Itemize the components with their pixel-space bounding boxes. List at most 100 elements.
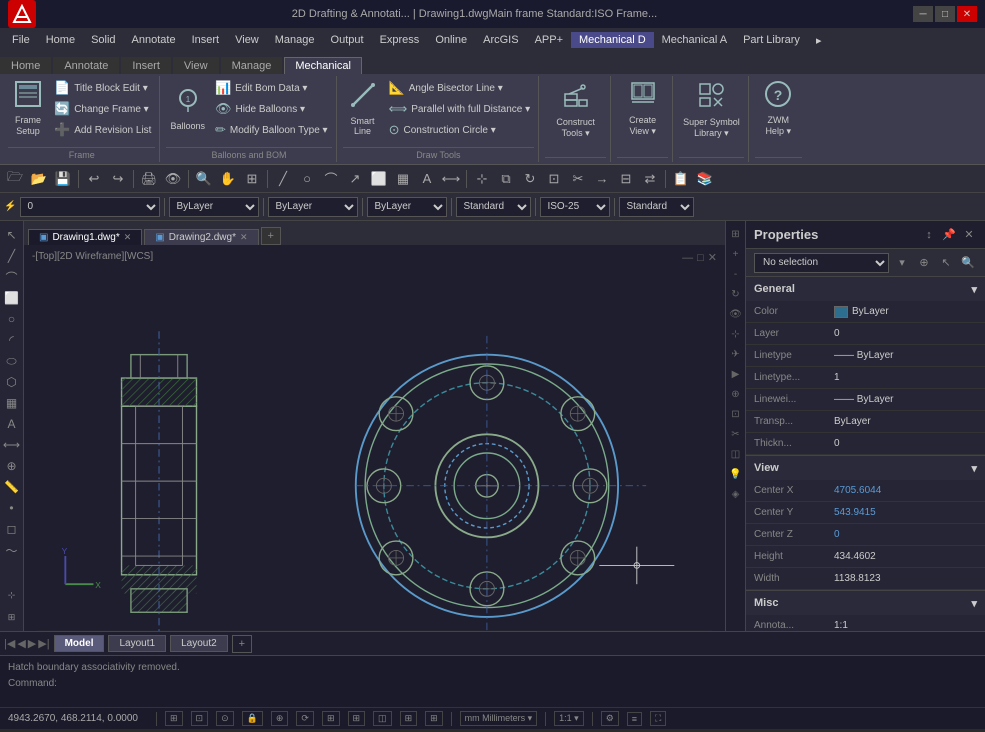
view-lights[interactable]: 💡 — [727, 465, 745, 483]
construct-tools-button[interactable]: ConstructTools ▾ — [552, 78, 599, 141]
grid-button[interactable]: ⊞ — [165, 711, 183, 726]
properties-button[interactable]: 📋 — [670, 168, 692, 190]
view-clipping[interactable]: ✂ — [727, 425, 745, 443]
fullscreen-button[interactable]: ⛶ — [650, 711, 666, 726]
undo-button[interactable]: ↩ — [83, 168, 105, 190]
menu-view[interactable]: View — [227, 32, 267, 48]
canvas-maximize[interactable]: □ — [697, 251, 704, 264]
drawing1-close[interactable]: ✕ — [124, 232, 132, 243]
selection-cycling-button[interactable]: ⊞ — [400, 711, 418, 726]
minimize-button[interactable]: ─ — [913, 6, 933, 22]
left-point-button[interactable]: • — [2, 498, 22, 518]
tab-nav-last[interactable]: ▶| — [38, 637, 49, 650]
menu-part-library[interactable]: Part Library — [735, 32, 808, 48]
layout2-tab[interactable]: Layout2 — [170, 635, 228, 652]
pan-button[interactable]: ✋ — [217, 168, 239, 190]
view-materials[interactable]: ◈ — [727, 485, 745, 503]
left-rect-button[interactable]: ⬜ — [2, 288, 22, 308]
linetype-select[interactable]: ByLayer — [268, 197, 358, 217]
tab-nav-next[interactable]: ▶ — [28, 637, 36, 650]
properties-toggle-button[interactable]: ↕ — [921, 227, 937, 243]
new-button[interactable]: 🗁 — [4, 168, 26, 190]
center-z-value[interactable]: 0 — [834, 529, 977, 540]
left-snap-button[interactable]: ⊕ — [2, 456, 22, 476]
left-region-button[interactable]: ◻ — [2, 519, 22, 539]
lineweight-value[interactable]: —— ByLayer — [834, 394, 977, 405]
menu-manage[interactable]: Manage — [267, 32, 323, 48]
arc-button[interactable]: ⌒ — [320, 168, 342, 190]
ucs-button[interactable]: ⊹ — [2, 585, 22, 605]
super-symbol-button[interactable]: Super SymbolLibrary ▾ — [679, 78, 744, 141]
line-button[interactable]: ╱ — [272, 168, 294, 190]
menu-file[interactable]: File — [4, 32, 38, 48]
left-poly-button[interactable]: ⌒ — [2, 267, 22, 287]
view-showmotion[interactable]: ▶ — [727, 365, 745, 383]
canvas-minimize[interactable]: — — [682, 251, 693, 264]
polar-button[interactable]: 🔒 — [242, 711, 263, 726]
ribbon-tab-home[interactable]: Home — [0, 57, 51, 74]
zwm-help-button[interactable]: ? ZWMHelp ▾ — [758, 78, 798, 139]
ribbon-tab-manage[interactable]: Manage — [221, 57, 283, 74]
width-value[interactable]: 1138.8123 — [834, 573, 977, 584]
linetype-scale-value[interactable]: 1 — [834, 372, 977, 383]
left-hatch-button[interactable]: ▦ — [2, 393, 22, 413]
layer-select[interactable]: 0 — [20, 197, 160, 217]
hatch-button[interactable]: ▦ — [392, 168, 414, 190]
annotation-monitor-button[interactable]: ⊞ — [425, 711, 443, 726]
polyline-button[interactable]: ↗ — [344, 168, 366, 190]
snap-button[interactable]: ⊡ — [191, 711, 209, 726]
canvas-close[interactable]: ✕ — [708, 251, 717, 264]
scale-button[interactable]: 1:1 ▾ — [554, 711, 584, 726]
standard2-select[interactable]: Standard — [619, 197, 694, 217]
height-value[interactable]: 434.4602 — [834, 551, 977, 562]
view-3dsnap[interactable]: ⊕ — [727, 385, 745, 403]
balloons-button[interactable]: 1 Balloons — [166, 78, 209, 138]
text-button[interactable]: A — [416, 168, 438, 190]
left-measure-button[interactable]: 📏 — [2, 477, 22, 497]
view-look[interactable]: 👁 — [727, 305, 745, 323]
selection-qselect-button[interactable]: 🔍 — [959, 254, 977, 272]
units-button[interactable]: mm Millimeters ▾ — [460, 711, 538, 726]
view-cube-button[interactable]: ⊞ — [2, 607, 22, 627]
otrack-button[interactable]: ⟳ — [296, 711, 314, 726]
transparency-status-button[interactable]: ◫ — [373, 711, 392, 726]
ortho-button[interactable]: ⊙ — [216, 711, 234, 726]
select-button[interactable]: ↖ — [2, 225, 22, 245]
ribbon-tab-annotate[interactable]: Annotate — [53, 57, 119, 74]
left-line-button[interactable]: ╱ — [2, 246, 22, 266]
transparency-value[interactable]: ByLayer — [834, 416, 977, 427]
selection-select-button[interactable]: ↖ — [937, 254, 955, 272]
close-button[interactable]: ✕ — [957, 6, 977, 22]
menu-arcgis[interactable]: ArcGIS — [475, 32, 526, 48]
rectangle-button[interactable]: ⬜ — [368, 168, 390, 190]
ribbon-tab-view[interactable]: View — [173, 57, 219, 74]
circle-button[interactable]: ○ — [296, 168, 318, 190]
drawing-tab-2[interactable]: ▣ Drawing2.dwg* ✕ — [144, 229, 258, 245]
selection-dropdown[interactable]: No selection — [754, 253, 889, 273]
linetype-value[interactable]: —— ByLayer — [834, 350, 977, 361]
title-block-edit-button[interactable]: 📄 Title Block Edit ▾ — [50, 78, 155, 98]
color-select[interactable]: ByLayer — [169, 197, 259, 217]
selection-pickadd-button[interactable]: ⊕ — [915, 254, 933, 272]
menu-mechanical-a[interactable]: Mechanical A — [654, 32, 735, 48]
parallel-line-button[interactable]: ⟺ Parallel with full Distance ▾ — [385, 99, 535, 119]
left-arc-button[interactable]: ◜ — [2, 330, 22, 350]
new-drawing-button[interactable]: + — [261, 227, 281, 245]
scale-button[interactable]: ⊡ — [543, 168, 565, 190]
menu-insert[interactable]: Insert — [184, 32, 228, 48]
annotation-value[interactable]: 1:1 — [834, 620, 977, 631]
color-value[interactable]: ByLayer — [834, 306, 977, 318]
left-spline-button[interactable]: 〜 — [2, 540, 22, 560]
add-layout-button[interactable]: + — [232, 635, 252, 653]
hide-balloons-button[interactable]: 👁 Hide Balloons ▾ — [211, 99, 332, 119]
tab-nav-prev[interactable]: ◀ — [17, 637, 25, 650]
create-view-button[interactable]: CreateView ▾ — [623, 78, 663, 139]
view-orbit[interactable]: ↻ — [727, 285, 745, 303]
offset-button[interactable]: ⊟ — [615, 168, 637, 190]
left-ellipse-button[interactable]: ⬭ — [2, 351, 22, 371]
change-frame-button[interactable]: 🔄 Change Frame ▾ — [50, 99, 155, 119]
ribbon-tab-insert[interactable]: Insert — [121, 57, 171, 74]
smart-line-button[interactable]: SmartLine — [343, 78, 383, 138]
frame-setup-button[interactable]: FrameSetup — [8, 78, 48, 139]
drawing-canvas[interactable]: -[Top][2D Wireframe][WCS] — □ ✕ — [24, 245, 725, 631]
